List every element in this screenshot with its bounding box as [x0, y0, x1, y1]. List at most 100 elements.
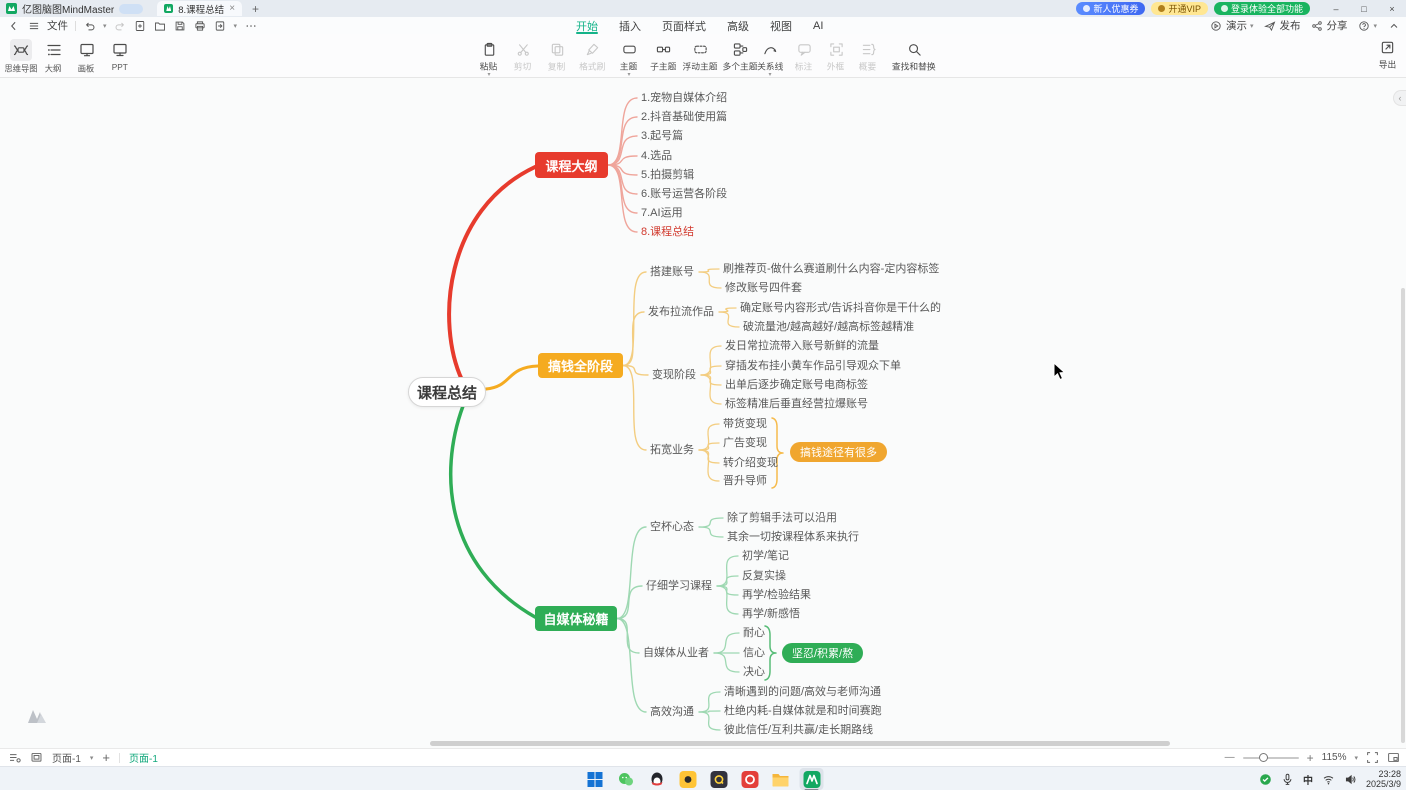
zoom-level[interactable]: 115%: [1322, 752, 1347, 763]
main-topic-自媒体秘籍[interactable]: 自媒体秘籍: [535, 606, 617, 631]
ribbon-button-浮动主题[interactable]: 浮动主题: [680, 38, 720, 78]
mode-大纲[interactable]: 大纲: [38, 37, 69, 75]
ribbon-button-主题[interactable]: 主题▾: [612, 38, 646, 78]
leaf-topic[interactable]: 信心: [743, 645, 765, 661]
mode-PPT[interactable]: PPT: [104, 37, 135, 75]
horizontal-scrollbar[interactable]: [430, 741, 1170, 746]
save-icon[interactable]: [174, 19, 187, 32]
vip-pill[interactable]: 开通VIP: [1151, 2, 1208, 15]
menu-tab-插入[interactable]: 插入: [619, 17, 641, 34]
login-pill[interactable]: 登录体验全部功能: [1214, 2, 1310, 15]
ribbon-button-粘贴[interactable]: 粘贴▾: [472, 38, 506, 78]
leaf-topic[interactable]: 广告变现: [723, 435, 767, 451]
subtopic[interactable]: 拓宽业务: [650, 442, 694, 458]
maximize-button[interactable]: □: [1350, 0, 1378, 17]
subtopic[interactable]: 5.拍摄剪辑: [641, 167, 694, 183]
export-image-icon[interactable]: [214, 19, 227, 32]
leaf-topic[interactable]: 彼此信任/互利共赢/走长期路线: [724, 722, 873, 738]
leaf-topic[interactable]: 破流量池/越高越好/越高标签越精准: [743, 319, 914, 335]
file-menu[interactable]: 文件: [47, 18, 68, 33]
menu-tab-页面样式[interactable]: 页面样式: [662, 17, 706, 34]
start-button[interactable]: [583, 768, 607, 790]
more-tools-icon[interactable]: [244, 19, 257, 32]
help-button[interactable]: ▾: [1357, 19, 1377, 32]
export-caret-icon[interactable]: ▾: [234, 22, 238, 30]
file-explorer-icon[interactable]: [769, 768, 793, 790]
app-icon-red[interactable]: [738, 768, 762, 790]
fullscreen-icon[interactable]: [1366, 751, 1379, 764]
central-topic[interactable]: 课程总结: [408, 377, 486, 407]
mindmap-canvas[interactable]: 课程总结课程大纲1.宠物自媒体介绍2.抖音基础使用篇3.起号篇4.选品5.拍摄剪…: [0, 0, 1406, 790]
leaf-topic[interactable]: 标签精准后垂直经营拉爆账号: [725, 396, 868, 412]
subtopic[interactable]: 6.账号运营各阶段: [641, 186, 727, 202]
summary-topic[interactable]: 坚忍/积累/熬: [782, 643, 863, 663]
new-tab-button[interactable]: +: [252, 2, 259, 16]
subtopic[interactable]: 1.宠物自媒体介绍: [641, 90, 727, 106]
menu-tab-视图[interactable]: 视图: [770, 17, 792, 34]
ribbon-button-外框[interactable]: 外框: [820, 38, 852, 78]
new-document-icon[interactable]: [134, 19, 147, 32]
taskbar-clock[interactable]: 23:28 2025/3/9: [1366, 769, 1401, 789]
page-selector-caret-icon[interactable]: ▾: [90, 754, 94, 762]
close-tab-icon[interactable]: ×: [229, 4, 235, 14]
undo-caret-icon[interactable]: ▾: [103, 22, 107, 30]
main-topic-课程大纲[interactable]: 课程大纲: [535, 152, 608, 178]
subtopic[interactable]: 空杯心态: [650, 519, 694, 535]
undo-icon[interactable]: [83, 19, 96, 32]
ribbon-button-复制[interactable]: 复制: [540, 38, 574, 78]
tray-microphone-icon[interactable]: [1281, 773, 1294, 786]
leaf-topic[interactable]: 初学/笔记: [742, 548, 789, 564]
vertical-scrollbar[interactable]: [1401, 288, 1405, 743]
subtopic[interactable]: 8.课程总结: [641, 224, 694, 240]
page-list-icon[interactable]: [8, 751, 21, 764]
leaf-topic[interactable]: 修改账号四件套: [725, 280, 802, 296]
summary-topic[interactable]: 搞钱途径有很多: [790, 442, 887, 462]
zoom-caret-icon[interactable]: ▾: [1354, 754, 1358, 762]
mode-思维导图[interactable]: 思维导图: [5, 37, 36, 75]
leaf-topic[interactable]: 发日常拉流带入账号新鲜的流量: [725, 338, 879, 354]
tray-security-icon[interactable]: [1259, 773, 1272, 786]
subtopic[interactable]: 7.AI运用: [641, 205, 683, 221]
wifi-icon[interactable]: [1322, 773, 1335, 786]
qq-icon[interactable]: [645, 768, 669, 790]
zoom-slider-knob[interactable]: [1259, 753, 1268, 762]
subtopic[interactable]: 发布拉流作品: [648, 304, 714, 320]
zoom-slider[interactable]: [1243, 757, 1299, 759]
right-panel-collapse-arrow[interactable]: ‹: [1393, 90, 1406, 106]
leaf-topic[interactable]: 除了剪辑手法可以沿用: [727, 510, 837, 526]
collapse-ribbon-icon[interactable]: [1387, 19, 1400, 32]
coupon-pill[interactable]: 新人优惠券: [1076, 2, 1145, 15]
leaf-topic[interactable]: 反复实操: [742, 568, 786, 584]
leaf-topic[interactable]: 决心: [743, 664, 765, 680]
ribbon-button-子主题[interactable]: 子主题: [646, 38, 680, 78]
ribbon-button-查找和替换[interactable]: 查找和替换: [888, 38, 940, 78]
ime-indicator[interactable]: 中: [1303, 772, 1313, 787]
subtopic[interactable]: 高效沟通: [650, 704, 694, 720]
subtopic[interactable]: 4.选品: [641, 148, 672, 164]
page-selector[interactable]: 页面-1: [52, 750, 81, 765]
back-icon[interactable]: [7, 19, 20, 32]
ribbon-button-剪切[interactable]: 剪切: [506, 38, 540, 78]
app-icon-dark[interactable]: [707, 768, 731, 790]
volume-icon[interactable]: [1344, 773, 1357, 786]
subtopic[interactable]: 变现阶段: [652, 367, 696, 383]
ribbon-button-概要[interactable]: 概要: [852, 38, 884, 78]
leaf-topic[interactable]: 晋升导师: [723, 473, 767, 489]
document-tab[interactable]: 8.课程总结 ×: [157, 1, 242, 16]
ribbon-button-关系线[interactable]: 关系线▾: [752, 38, 788, 78]
subtopic[interactable]: 2.抖音基础使用篇: [641, 109, 727, 125]
leaf-topic[interactable]: 耐心: [743, 625, 765, 641]
mindmaster-taskbar-icon[interactable]: [800, 768, 824, 790]
page-tab[interactable]: 页面-1: [129, 750, 158, 765]
minimize-button[interactable]: –: [1322, 0, 1350, 17]
minimap-icon[interactable]: [1387, 751, 1400, 764]
leaf-topic[interactable]: 杜绝内耗-自媒体就是和时间赛跑: [724, 703, 882, 719]
leaf-topic[interactable]: 清晰遇到的问题/高效与老师沟通: [724, 684, 881, 700]
export-button[interactable]: 导出: [1378, 40, 1397, 71]
menu-tab-AI[interactable]: AI: [813, 17, 823, 34]
menu-icon[interactable]: [27, 19, 40, 32]
mode-画板[interactable]: 画板: [71, 37, 102, 75]
workspace-badge[interactable]: [119, 4, 143, 14]
leaf-topic[interactable]: 刷推荐页-做什么赛道刷什么内容-定内容标签: [723, 261, 939, 277]
leaf-topic[interactable]: 出单后逐步确定账号电商标签: [725, 377, 868, 393]
